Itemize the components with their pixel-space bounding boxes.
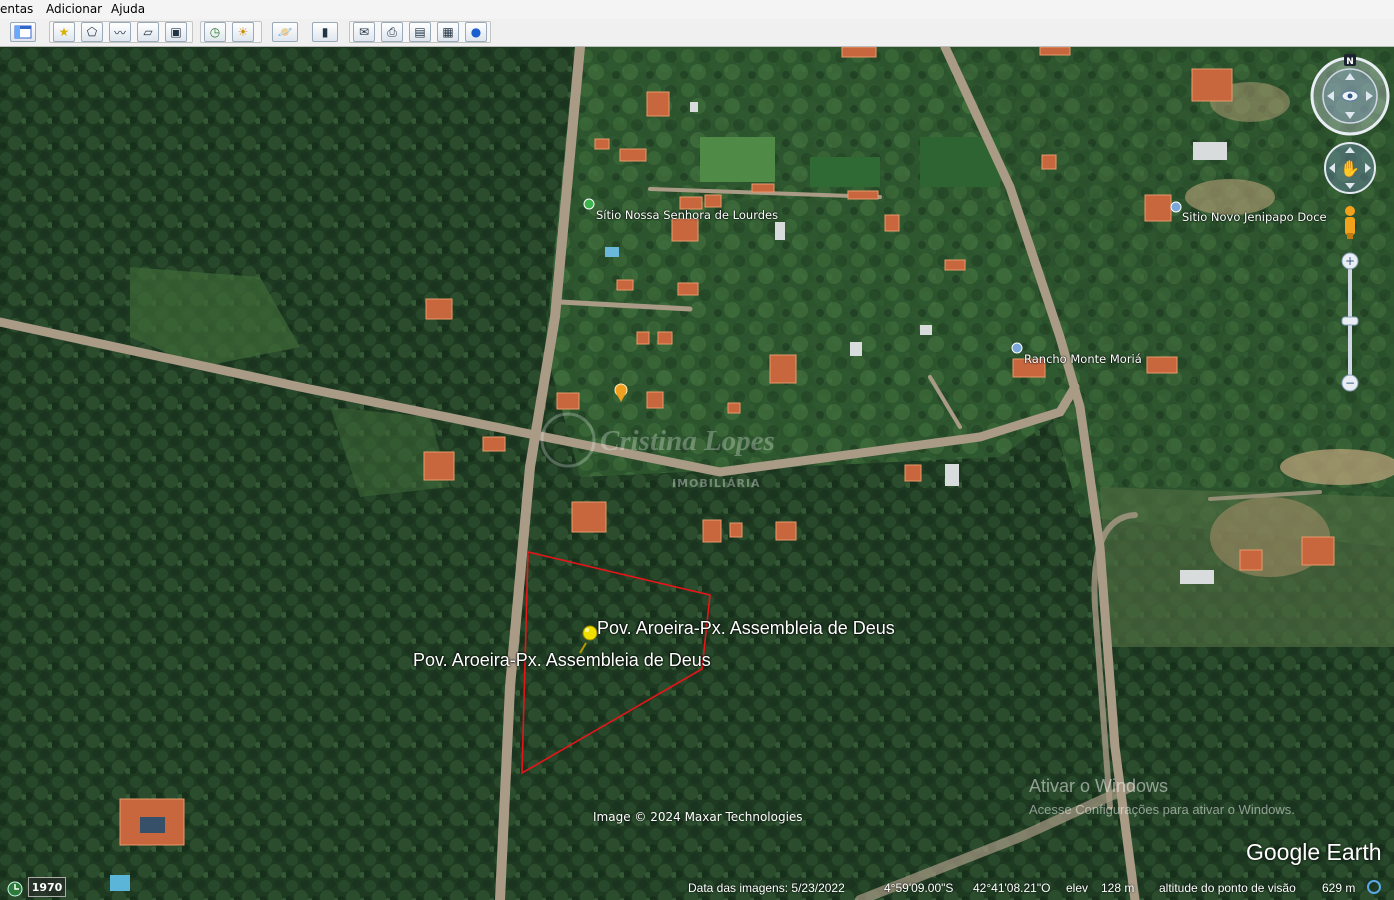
map-viewport[interactable]: Sítio Nossa Senhora de Lourdes Sitio Nov… bbox=[0, 47, 1394, 900]
svg-text:−: − bbox=[1345, 376, 1355, 390]
view-in-maps-button[interactable]: ▦ bbox=[437, 22, 459, 42]
eye-altitude-label: altitude do ponto de visão bbox=[1159, 881, 1296, 895]
save-icon: ▤ bbox=[414, 25, 426, 39]
place-label[interactable]: Rancho Monte Moriá bbox=[1024, 352, 1142, 366]
place-pin-icon[interactable] bbox=[1170, 201, 1182, 213]
menu-tools[interactable]: entas bbox=[0, 2, 33, 16]
ruler-icon: ▮ bbox=[321, 25, 329, 39]
clock-icon: ◷ bbox=[209, 25, 221, 39]
elevation-value: 128 m bbox=[1101, 881, 1135, 895]
windows-activation-title: Ativar o Windows bbox=[1029, 776, 1169, 796]
camera-icon: ▣ bbox=[170, 25, 182, 39]
north-indicator[interactable]: N bbox=[1344, 54, 1356, 67]
add-polygon-button[interactable]: ⬠ bbox=[81, 22, 103, 42]
planet-icon: 🪐 bbox=[277, 25, 293, 39]
web-button[interactable]: ● bbox=[465, 22, 487, 42]
streaming-status-icon bbox=[1367, 880, 1381, 894]
pushpin-star-icon: ★ bbox=[58, 25, 70, 39]
polygon-icon: ⬠ bbox=[86, 25, 98, 39]
globe-icon: ● bbox=[470, 25, 482, 39]
save-image-button[interactable]: ▤ bbox=[409, 22, 431, 42]
overlay-icon: ▱ bbox=[143, 25, 153, 39]
sidebar-toggle-button[interactable] bbox=[10, 22, 36, 42]
envelope-icon: ✉ bbox=[358, 25, 370, 39]
map-icon: ▦ bbox=[442, 25, 454, 39]
move-joystick[interactable]: ✋ bbox=[1324, 142, 1376, 194]
menu-bar: entas Adicionar Ajuda bbox=[0, 0, 1394, 20]
printer-icon: ⎙ bbox=[387, 24, 397, 39]
watermark-title: Cristina Lopes bbox=[600, 425, 775, 457]
watermark-subtitle: IMOBILIÁRIA bbox=[672, 477, 761, 490]
menu-add[interactable]: Adicionar bbox=[46, 2, 102, 16]
place-label[interactable]: Sitio Novo Jenipapo Doce bbox=[1182, 210, 1327, 224]
place-pin-icon[interactable] bbox=[1011, 342, 1023, 354]
google-earth-logo: Google Earth bbox=[1246, 839, 1382, 865]
menu-help[interactable]: Ajuda bbox=[111, 2, 145, 16]
place-label[interactable]: Sítio Nossa Senhora de Lourdes bbox=[596, 208, 778, 222]
toolbar: ★ ⬠ 〰 ▱ ▣ ◷ ☀ 🪐 ▮ ✉ ⎙ ▤ ▦ ● bbox=[0, 19, 1394, 47]
add-image-overlay-button[interactable]: ▱ bbox=[137, 22, 159, 42]
windows-activation-text: Acesse Configurações para ativar o Windo… bbox=[1029, 802, 1295, 817]
hand-icon: ✋ bbox=[1340, 159, 1360, 178]
sidebar-icon bbox=[14, 25, 32, 39]
ruler-button[interactable]: ▮ bbox=[312, 22, 338, 42]
record-tour-button[interactable]: ▣ bbox=[165, 22, 187, 42]
print-button[interactable]: ⎙ bbox=[381, 22, 403, 42]
historical-imagery-icon[interactable] bbox=[6, 880, 24, 898]
placemark-label[interactable]: Pov. Aroeira-Px. Assembleia de Deus bbox=[597, 618, 895, 639]
polygon-label[interactable]: Pov. Aroeira-Px. Assembleia de Deus bbox=[413, 650, 711, 671]
street-view-pegman-icon[interactable] bbox=[1345, 206, 1355, 239]
add-path-button[interactable]: 〰 bbox=[109, 22, 131, 42]
zoom-slider[interactable]: + − bbox=[1341, 252, 1359, 392]
svg-text:+: + bbox=[1345, 254, 1355, 268]
imagery-date: Data das imagens: 5/23/2022 bbox=[688, 881, 845, 895]
sun-icon: ☀ bbox=[237, 25, 249, 39]
zoom-thumb[interactable] bbox=[1341, 316, 1359, 326]
navigation-controls: N ✋ + − bbox=[1310, 54, 1390, 392]
year-badge[interactable]: 1970 bbox=[28, 877, 66, 897]
historical-imagery-button[interactable]: ◷ bbox=[204, 22, 226, 42]
email-button[interactable]: ✉ bbox=[353, 22, 375, 42]
eye-altitude-value: 629 m bbox=[1322, 881, 1356, 895]
longitude: 42°41'08.21"O bbox=[973, 881, 1051, 895]
north-label: N bbox=[1346, 57, 1354, 67]
elevation-label: elev bbox=[1066, 881, 1089, 895]
imagery-credit: Image © 2024 Maxar Technologies bbox=[593, 810, 803, 824]
place-pin-icon[interactable] bbox=[583, 198, 595, 210]
latitude: 4°59'09.00"S bbox=[884, 881, 954, 895]
planets-button[interactable]: 🪐 bbox=[272, 22, 298, 42]
path-icon: 〰 bbox=[113, 25, 126, 40]
look-joystick[interactable] bbox=[1310, 56, 1390, 136]
sunlight-button[interactable]: ☀ bbox=[232, 22, 254, 42]
add-placemark-button[interactable]: ★ bbox=[53, 22, 75, 42]
satellite-imagery bbox=[0, 47, 1394, 900]
